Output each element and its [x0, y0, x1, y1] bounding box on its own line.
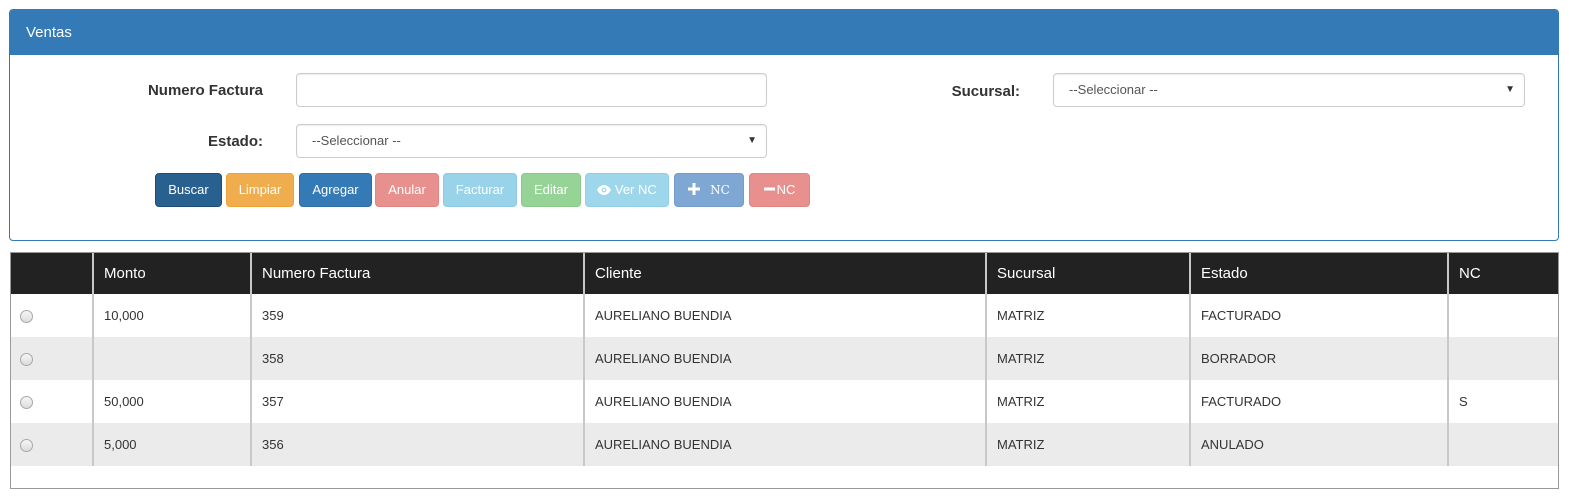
cell-estado: BORRADOR: [1190, 337, 1449, 380]
cell-monto: 10,000: [93, 294, 252, 337]
column-header-estado[interactable]: Estado: [1190, 253, 1449, 294]
cell-monto: [93, 337, 252, 380]
row-select-radio[interactable]: [20, 396, 33, 410]
remove-nc-label: NC: [776, 182, 796, 197]
cell-estado: FACTURADO: [1190, 380, 1449, 423]
cell-numero-factura: 356: [251, 423, 585, 466]
cell-sucursal: MATRIZ: [986, 337, 1191, 380]
column-header-select: [11, 253, 94, 294]
table-header-row: Monto Numero Factura Cliente Sucursal Es…: [11, 253, 1558, 294]
plus-icon: [688, 183, 701, 195]
sucursal-select[interactable]: --Seleccionar -- ▼: [1053, 73, 1525, 107]
column-header-monto[interactable]: Monto: [93, 253, 252, 294]
row-select-radio[interactable]: [20, 310, 33, 324]
cell-cliente: AURELIANO BUENDIA: [584, 380, 987, 423]
column-header-sucursal[interactable]: Sucursal: [986, 253, 1191, 294]
row-select-radio[interactable]: [20, 439, 33, 453]
cell-sucursal: MATRIZ: [986, 294, 1191, 337]
cell-sucursal: MATRIZ: [986, 423, 1191, 466]
numero-factura-input[interactable]: [296, 73, 767, 107]
minus-icon: [763, 187, 775, 191]
eye-icon: [597, 185, 612, 195]
row-select-radio[interactable]: [20, 353, 33, 367]
numero-factura-label: Numero Factura: [147, 82, 263, 99]
anular-button[interactable]: Anular: [375, 173, 439, 207]
ver-nc-button[interactable]: Ver NC: [585, 173, 669, 207]
cell-cliente: AURELIANO BUENDIA: [584, 423, 987, 466]
cell-nc: [1448, 423, 1558, 466]
cell-cliente: AURELIANO BUENDIA: [584, 294, 987, 337]
table-row[interactable]: 50,000 357 AURELIANO BUENDIA MATRIZ FACT…: [11, 380, 1558, 423]
add-nc-label: NC: [710, 183, 730, 197]
table-row[interactable]: 10,000 359 AURELIANO BUENDIA MATRIZ FACT…: [11, 294, 1558, 337]
cell-cliente: AURELIANO BUENDIA: [584, 337, 987, 380]
estado-select[interactable]: --Seleccionar -- ▼: [296, 124, 767, 158]
cell-monto: 5,000: [93, 423, 252, 466]
table-row[interactable]: 358 AURELIANO BUENDIA MATRIZ BORRADOR: [11, 337, 1558, 380]
estado-label: Estado:: [207, 133, 263, 150]
ventas-table-container: Monto Numero Factura Cliente Sucursal Es…: [10, 252, 1559, 489]
agregar-button[interactable]: Agregar: [299, 173, 372, 207]
limpiar-button[interactable]: Limpiar: [226, 173, 294, 207]
column-header-cliente[interactable]: Cliente: [584, 253, 987, 294]
column-header-nc[interactable]: NC: [1448, 253, 1558, 294]
buscar-button[interactable]: Buscar: [155, 173, 222, 207]
ver-nc-label: Ver NC: [614, 182, 657, 197]
cell-estado: FACTURADO: [1190, 294, 1449, 337]
cell-numero-factura: 357: [251, 380, 585, 423]
table-row[interactable]: 5,000 356 AURELIANO BUENDIA MATRIZ ANULA…: [11, 423, 1558, 466]
estado-select-value: --Seleccionar --: [312, 133, 401, 148]
cell-nc: [1448, 337, 1558, 380]
add-nc-button[interactable]: NC: [674, 173, 744, 207]
chevron-down-icon: ▼: [747, 135, 757, 146]
ventas-panel: Ventas Numero Factura Sucursal: --Selecc…: [9, 9, 1559, 241]
cell-numero-factura: 359: [251, 294, 585, 337]
remove-nc-button[interactable]: NC: [749, 173, 810, 207]
editar-button[interactable]: Editar: [521, 173, 581, 207]
chevron-down-icon: ▼: [1505, 84, 1515, 95]
ventas-table: Monto Numero Factura Cliente Sucursal Es…: [11, 253, 1558, 466]
panel-title: Ventas: [10, 10, 1558, 55]
cell-nc: [1448, 294, 1558, 337]
cell-numero-factura: 358: [251, 337, 585, 380]
column-header-numero-factura[interactable]: Numero Factura: [251, 253, 585, 294]
cell-nc: S: [1448, 380, 1558, 423]
sucursal-label: Sucursal:: [951, 83, 1020, 100]
cell-monto: 50,000: [93, 380, 252, 423]
sucursal-select-value: --Seleccionar --: [1069, 82, 1158, 97]
cell-sucursal: MATRIZ: [986, 380, 1191, 423]
cell-estado: ANULADO: [1190, 423, 1449, 466]
facturar-button[interactable]: Facturar: [443, 173, 517, 207]
